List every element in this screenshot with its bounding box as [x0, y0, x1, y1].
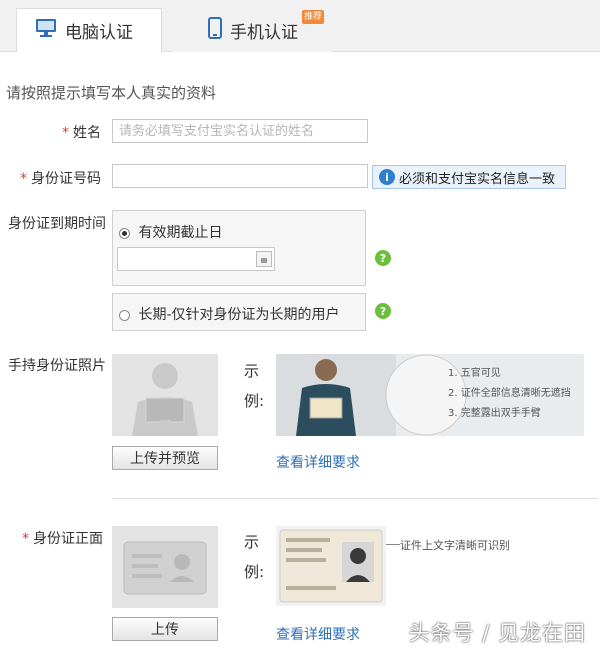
upload-preview-button[interactable]: 上传并预览 [112, 446, 218, 470]
phone-icon [208, 16, 222, 44]
id-card-sample-icon [279, 529, 383, 603]
required-star: * [62, 125, 69, 141]
name-input[interactable] [112, 119, 368, 143]
handheld-example-image: 1. 五官可见 2. 证件全部信息清晰无遮挡 3. 完整露出双手手臂 [276, 354, 584, 436]
watermark: 头条号 / 见龙在田 [408, 621, 586, 645]
id-number-hint-text: 必须和支付宝实名信息一致 [399, 171, 556, 187]
id-front-placeholder [112, 526, 218, 608]
option-long[interactable]: 长期-仅针对身份证为长期的用户 [119, 304, 340, 324]
upload-button[interactable]: 上传 [112, 617, 218, 641]
tab-mobile-label: 手机认证 [230, 22, 298, 43]
detail-link[interactable]: 查看详细要求 [276, 624, 360, 644]
example-label: 示 例: [244, 362, 265, 410]
detail-link[interactable]: 查看详细要求 [276, 452, 360, 472]
expiry-label: 身份证到期时间 [8, 216, 106, 232]
option-date-label: 有效期截止日 [138, 225, 223, 241]
tab-bar: 电脑认证 手机认证 推荐 [0, 0, 600, 52]
id-number-input[interactable] [112, 164, 368, 188]
help-icon[interactable]: ? [375, 303, 391, 319]
id-number-hint: i 必须和支付宝实名信息一致 [372, 165, 566, 189]
id-front-label: * 身份证正面 [22, 531, 103, 547]
id-front-example-image [276, 526, 386, 606]
help-icon[interactable]: ? [375, 250, 391, 266]
recommend-badge: 推荐 [302, 10, 324, 24]
monitor-icon [35, 18, 57, 43]
tab-mobile-verification[interactable]: 手机认证 推荐 [172, 8, 332, 52]
option-long-label: 长期-仅针对身份证为长期的用户 [138, 307, 340, 323]
radio-long[interactable] [119, 309, 130, 321]
person-holding-id-icon [132, 363, 198, 436]
tab-pc-label: 电脑认证 [65, 23, 133, 43]
tab-pc-verification[interactable]: 电脑认证 [16, 8, 162, 52]
info-icon: i [379, 169, 395, 185]
option-date[interactable]: 有效期截止日 [119, 222, 222, 242]
handheld-placeholder [112, 354, 218, 436]
requirements-list: 1. 五官可见 2. 证件全部信息清晰无遮挡 3. 完整露出双手手臂 [448, 368, 571, 419]
required-star: * [22, 531, 29, 547]
handheld-label: 手持身份证照片 [8, 358, 106, 374]
intro-text: 请按照提示填写本人真实的资料 [6, 84, 217, 102]
calendar-icon[interactable] [256, 251, 272, 267]
divider [112, 498, 598, 499]
expiry-long-box: 长期-仅针对身份证为长期的用户 [112, 293, 366, 331]
id-card-icon [123, 541, 207, 595]
annotation-text: 证件上文字清晰可识别 [400, 539, 510, 552]
expiry-date-box: 有效期截止日 [112, 210, 366, 286]
radio-date[interactable] [119, 227, 130, 239]
annotation-line [386, 544, 400, 545]
expiry-date-input[interactable] [117, 247, 275, 271]
example-label: 示 例: [244, 533, 265, 581]
name-label: * 姓名 [62, 125, 101, 141]
id-number-label: * 身份证号码 [20, 171, 101, 187]
required-star: * [20, 171, 27, 187]
